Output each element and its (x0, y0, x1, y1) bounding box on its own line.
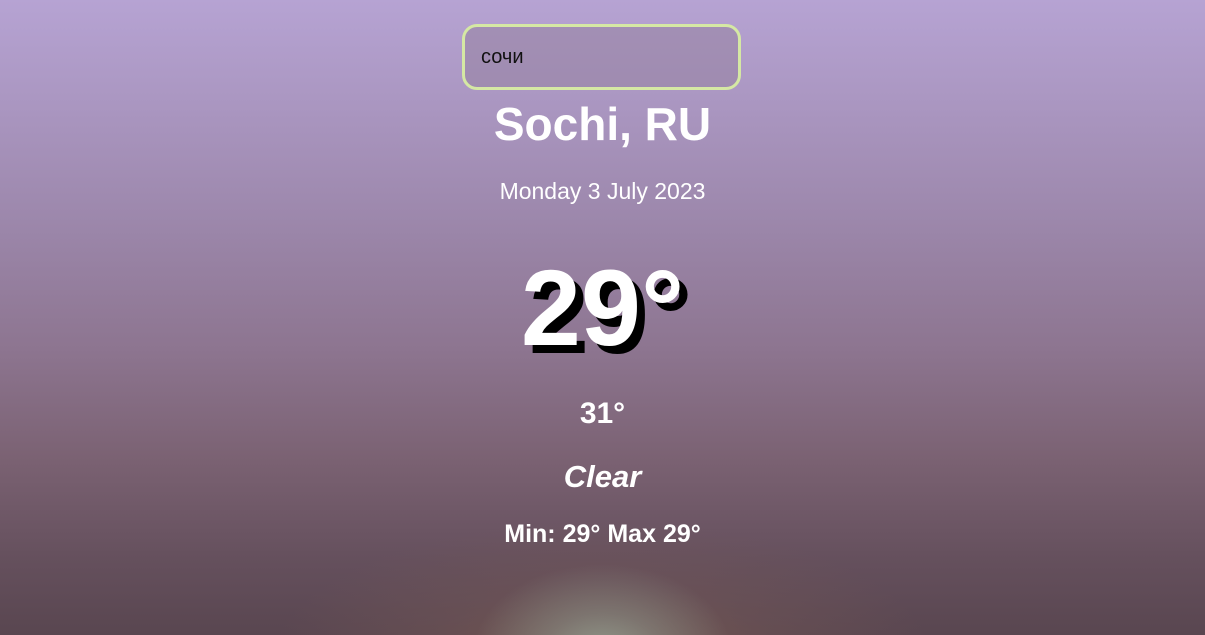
weather-app: Sochi, RU Monday 3 July 2023 29° 31° Cle… (0, 0, 1205, 635)
location-title: Sochi, RU (493, 98, 712, 150)
min-max-temperature: Min: 29° Max 29° (0, 518, 1205, 550)
search-box (462, 24, 741, 90)
max-value: 29° (662, 520, 701, 548)
min-value: 29° (562, 520, 601, 548)
feels-like-temperature: 31° (579, 397, 626, 430)
weather-condition: Clear (563, 459, 642, 494)
min-label: Min: (504, 520, 556, 548)
search-input[interactable] (462, 24, 741, 90)
date-label: Monday 3 July 2023 (499, 178, 706, 204)
current-temperature: 29° (520, 247, 685, 368)
max-label: Max (607, 520, 656, 548)
